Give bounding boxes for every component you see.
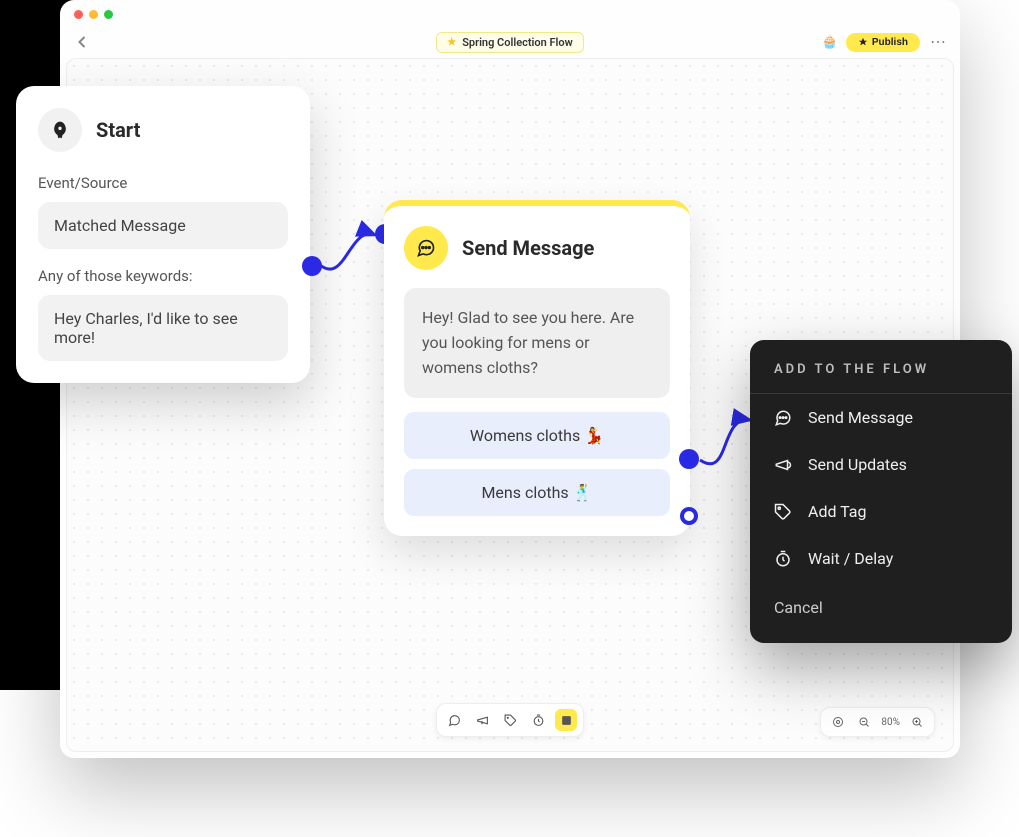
flow-title: Spring Collection Flow bbox=[462, 36, 573, 49]
menu-item-add-tag[interactable]: Add Tag bbox=[750, 488, 1012, 535]
menu-item-label: Add Tag bbox=[808, 502, 867, 521]
connector-empty-dot[interactable] bbox=[680, 507, 698, 525]
keywords-value[interactable]: Hey Charles, I'd like to see more! bbox=[38, 295, 288, 361]
start-node-card[interactable]: Start Event/Source Matched Message Any o… bbox=[16, 86, 310, 383]
keywords-label: Any of those keywords: bbox=[38, 267, 288, 285]
back-button[interactable] bbox=[72, 32, 92, 52]
menu-item-label: Send Message bbox=[808, 408, 913, 427]
menu-item-wait-delay[interactable]: Wait / Delay bbox=[750, 535, 1012, 582]
menu-item-send-updates[interactable]: Send Updates bbox=[750, 441, 1012, 488]
send-card-title: Send Message bbox=[462, 236, 594, 260]
zoom-out-icon[interactable] bbox=[855, 713, 873, 731]
node-type-toolbar bbox=[436, 703, 584, 737]
tool-timer-icon[interactable] bbox=[527, 709, 549, 731]
menu-item-label: Send Updates bbox=[808, 455, 907, 474]
tool-tag-icon[interactable] bbox=[499, 709, 521, 731]
flow-title-chip[interactable]: ★ Spring Collection Flow bbox=[436, 32, 584, 53]
rocket-icon bbox=[38, 108, 82, 152]
menu-cancel-button[interactable]: Cancel bbox=[750, 582, 1012, 635]
cake-icon[interactable]: 🧁 bbox=[822, 35, 838, 50]
connector-out-dot[interactable] bbox=[679, 449, 699, 469]
star-icon: ★ bbox=[447, 37, 456, 48]
zoom-fit-icon[interactable] bbox=[829, 713, 847, 731]
zoom-level: 80% bbox=[881, 717, 900, 728]
tool-note-icon[interactable] bbox=[555, 709, 577, 731]
menu-item-send-message[interactable]: Send Message bbox=[750, 394, 1012, 441]
chat-icon bbox=[404, 226, 448, 270]
event-source-label: Event/Source bbox=[38, 174, 288, 192]
top-bar: ★ Spring Collection Flow 🧁 Publish ⋯ bbox=[60, 28, 960, 56]
choice-mens-button[interactable]: Mens cloths 🕺 bbox=[404, 469, 670, 516]
tool-chat-icon[interactable] bbox=[443, 709, 465, 731]
more-menu-button[interactable]: ⋯ bbox=[928, 34, 948, 50]
add-to-flow-menu: ADD TO THE FLOW Send Message Send Update… bbox=[750, 340, 1012, 643]
window-traffic-lights bbox=[74, 10, 113, 19]
zoom-toolbar: 80% bbox=[820, 707, 935, 737]
start-card-title: Start bbox=[96, 118, 140, 142]
publish-button[interactable]: Publish bbox=[846, 33, 920, 52]
menu-item-label: Wait / Delay bbox=[808, 549, 893, 568]
publish-label: Publish bbox=[872, 37, 908, 48]
tool-megaphone-icon[interactable] bbox=[471, 709, 493, 731]
message-text[interactable]: Hey! Glad to see you here. Are you looki… bbox=[404, 288, 670, 398]
zoom-in-icon[interactable] bbox=[908, 713, 926, 731]
send-message-node-card[interactable]: Send Message Hey! Glad to see you here. … bbox=[384, 200, 690, 536]
connector-out-dot[interactable] bbox=[302, 256, 322, 276]
menu-title: ADD TO THE FLOW bbox=[750, 340, 1012, 394]
event-source-value[interactable]: Matched Message bbox=[38, 202, 288, 249]
choice-womens-button[interactable]: Womens cloths 💃 bbox=[404, 412, 670, 459]
